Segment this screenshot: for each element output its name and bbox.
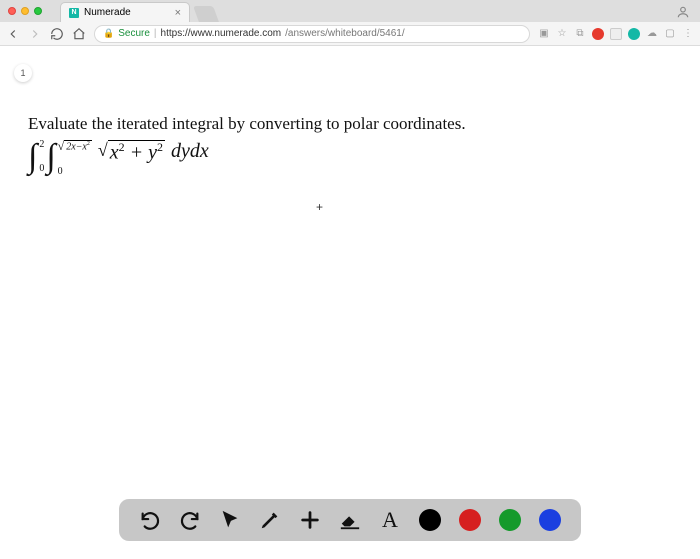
color-blue[interactable] bbox=[539, 509, 561, 531]
favicon: N bbox=[69, 8, 79, 18]
bookmark-icon[interactable]: ☆ bbox=[556, 28, 568, 40]
add-tool[interactable] bbox=[299, 509, 321, 531]
secure-label: Secure bbox=[118, 28, 150, 39]
step-number: 1 bbox=[20, 68, 25, 78]
color-red[interactable] bbox=[459, 509, 481, 531]
url-path: /answers/whiteboard/5461/ bbox=[285, 28, 405, 39]
sqrt-icon-small: √ bbox=[58, 140, 65, 152]
extension-icon[interactable]: ⧉ bbox=[574, 28, 586, 40]
sqrt-icon: √ bbox=[98, 140, 108, 161]
cursor-crosshair-icon: + bbox=[316, 200, 323, 214]
inner-upper-exp: 2 bbox=[87, 141, 90, 147]
radicand-y-exp: 2 bbox=[157, 140, 163, 154]
address-bar[interactable]: 🔒 Secure | https://www.numerade.com/answ… bbox=[94, 25, 530, 43]
window-controls bbox=[8, 7, 42, 15]
select-tool[interactable] bbox=[219, 509, 241, 531]
minimize-window-button[interactable] bbox=[21, 7, 29, 15]
pen-tool[interactable] bbox=[259, 509, 281, 531]
radicand-plus: + bbox=[125, 142, 149, 164]
cast-icon[interactable]: ▣ bbox=[538, 28, 550, 40]
tab-title: Numerade bbox=[84, 7, 131, 18]
toolbar-right-icons: ▣ ☆ ⧉ ☁ ▢ ⋮ bbox=[538, 28, 694, 40]
maximize-window-button[interactable] bbox=[34, 7, 42, 15]
extension-cloud-icon[interactable]: ☁ bbox=[646, 28, 658, 40]
outer-lower-bound: 0 bbox=[39, 164, 44, 174]
whiteboard-page: 1 Evaluate the iterated integral by conv… bbox=[0, 46, 700, 559]
lock-icon: 🔒 bbox=[103, 28, 114, 39]
color-green[interactable] bbox=[499, 509, 521, 531]
home-button[interactable] bbox=[72, 27, 86, 41]
problem-text: Evaluate the iterated integral by conver… bbox=[28, 114, 672, 134]
inner-upper-radicand: 2x−x bbox=[66, 141, 87, 152]
close-tab-icon[interactable]: × bbox=[175, 7, 181, 19]
url-separator: | bbox=[154, 28, 157, 39]
integral-symbol-outer: ∫ bbox=[28, 140, 37, 174]
forward-button[interactable] bbox=[28, 27, 42, 41]
extension-red-icon[interactable] bbox=[592, 28, 604, 40]
redo-button[interactable] bbox=[179, 509, 201, 531]
math-expression: ∫ 2 0 ∫ √ 2x−x2 0 √ bbox=[28, 140, 672, 177]
whiteboard-toolbar: A bbox=[119, 499, 581, 541]
extension-teal-icon[interactable] bbox=[628, 28, 640, 40]
browser-chrome: N Numerade × 🔒 Secure | https://www.nume… bbox=[0, 0, 700, 46]
undo-button[interactable] bbox=[139, 509, 161, 531]
extension-box-icon[interactable]: ▢ bbox=[664, 28, 676, 40]
inner-lower-bound: 0 bbox=[58, 167, 92, 177]
problem-block: Evaluate the iterated integral by conver… bbox=[28, 114, 672, 177]
radicand-x: x bbox=[110, 142, 119, 164]
back-button[interactable] bbox=[6, 27, 20, 41]
text-tool[interactable]: A bbox=[379, 509, 401, 531]
integral-symbol-inner: ∫ bbox=[46, 140, 55, 174]
new-tab-button[interactable] bbox=[193, 6, 219, 22]
differential: dydx bbox=[171, 140, 209, 163]
reload-button[interactable] bbox=[50, 27, 64, 41]
step-badge[interactable]: 1 bbox=[14, 64, 32, 82]
eraser-tool[interactable] bbox=[339, 509, 361, 531]
menu-icon[interactable]: ⋮ bbox=[682, 28, 694, 40]
extension-sq-icon[interactable] bbox=[610, 28, 622, 40]
outer-upper-bound: 2 bbox=[39, 140, 44, 150]
radicand-y: y bbox=[148, 142, 157, 164]
browser-tab[interactable]: N Numerade × bbox=[60, 2, 190, 22]
close-window-button[interactable] bbox=[8, 7, 16, 15]
url-host: https://www.numerade.com bbox=[161, 28, 282, 39]
profile-icon[interactable] bbox=[676, 5, 690, 19]
color-black[interactable] bbox=[419, 509, 441, 531]
